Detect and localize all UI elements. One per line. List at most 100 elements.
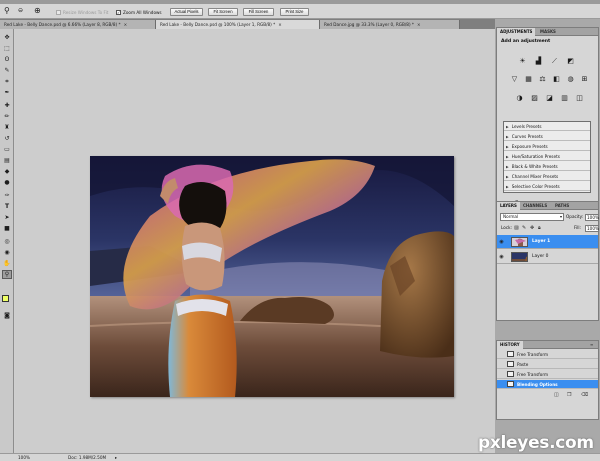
3d-camera-tool-icon[interactable]: ◉ <box>2 248 12 257</box>
document-tab[interactable]: Red Dance.jpg @ 33.3% (Layer 0, RGB/8) *… <box>320 20 460 29</box>
quick-selection-tool-icon[interactable]: ✎ <box>2 66 12 75</box>
close-icon[interactable]: × <box>124 22 128 27</box>
layer-row-layer-1[interactable]: ◉ Layer 1 <box>497 235 598 249</box>
history-item-selected[interactable]: Blending Options <box>497 380 598 389</box>
color-balance-icon[interactable]: ⚖ <box>538 75 547 84</box>
chevron-down-icon: ▾ <box>559 214 562 219</box>
levels-icon[interactable]: ▟ <box>534 57 543 66</box>
print-size-button[interactable]: Print Size <box>280 8 309 16</box>
eye-icon[interactable]: ◉ <box>498 238 505 246</box>
history-item[interactable]: Free Transform <box>497 370 598 379</box>
layers-panel: LAYERS CHANNELS PATHS Normal ▾ Opacity: … <box>496 201 599 321</box>
blend-mode-select[interactable]: Normal ▾ <box>500 213 564 221</box>
history-state-icon <box>507 361 514 367</box>
spot-healing-tool-icon[interactable]: ✚ <box>2 101 12 110</box>
fill-screen-button[interactable]: Fill Screen <box>243 8 274 16</box>
layer-thumbnail <box>511 252 528 262</box>
lock-transparency-icon[interactable]: ▨ <box>514 225 519 231</box>
document-info[interactable]: Doc: 1.98M/2.50M <box>68 454 106 461</box>
checkmark-icon: ✓ <box>116 9 121 15</box>
history-panel: HISTORY ≡ Free Transform Paste Free Tran… <box>496 340 599 420</box>
history-brush-tool-icon[interactable]: ↺ <box>2 134 12 143</box>
tab-masks[interactable]: MASKS <box>537 28 559 36</box>
vibrance-icon[interactable]: ▽ <box>510 75 519 84</box>
close-icon[interactable]: × <box>278 22 282 27</box>
posterize-icon[interactable]: ▨ <box>530 94 539 103</box>
document-canvas[interactable] <box>90 156 454 397</box>
path-selection-tool-icon[interactable]: ➤ <box>2 213 12 222</box>
document-tab-active[interactable]: Red Lake - Belly Dance.psd @ 100% (Layer… <box>156 20 320 29</box>
threshold-icon[interactable]: ◪ <box>545 94 554 103</box>
list-item[interactable]: ▶ Levels Presets <box>504 123 590 131</box>
list-item[interactable]: ▶ Black & White Presets <box>504 163 590 171</box>
gradient-map-icon[interactable]: ▥ <box>560 94 569 103</box>
zoom-icon[interactable]: ⚲ <box>4 7 10 15</box>
hue-saturation-icon[interactable]: ▦ <box>524 75 533 84</box>
hand-tool-icon[interactable]: ✋ <box>2 259 12 268</box>
document-tab-bar: Red Lake - Belly Dance.psd @ 6.66% (Laye… <box>0 19 495 29</box>
new-snapshot-icon[interactable]: ◫ <box>554 392 559 398</box>
status-menu-arrow-icon[interactable]: ▸ <box>115 454 117 461</box>
pen-tool-icon[interactable]: ✑ <box>2 191 12 200</box>
tab-paths[interactable]: PATHS <box>552 202 572 210</box>
trash-icon[interactable]: ⌫ <box>581 392 588 398</box>
brightness-icon[interactable]: ☀ <box>518 57 527 66</box>
exposure-icon[interactable]: ◩ <box>566 57 575 66</box>
zoom-tool-icon[interactable]: ⚲ <box>2 270 12 279</box>
crop-tool-icon[interactable]: ⌗ <box>2 77 12 86</box>
tab-history[interactable]: HISTORY <box>497 341 523 349</box>
history-state-icon <box>507 381 514 387</box>
actual-pixels-button[interactable]: Actual Pixels <box>170 8 203 16</box>
move-tool-icon[interactable]: ✥ <box>2 33 12 42</box>
selective-color-icon[interactable]: ◫ <box>575 94 584 103</box>
fit-screen-button[interactable]: Fit Screen <box>208 8 238 16</box>
panel-menu-icon[interactable]: ≡ <box>587 341 596 349</box>
layer-row-layer-0[interactable]: ◉ Layer 0 <box>497 250 598 264</box>
dodge-tool-icon[interactable]: ● <box>2 178 12 187</box>
eye-icon[interactable]: ◉ <box>498 253 505 261</box>
eyedropper-tool-icon[interactable]: ✒ <box>2 88 12 97</box>
tab-layers[interactable]: LAYERS <box>497 202 520 210</box>
fill-field[interactable]: 100% <box>585 225 599 232</box>
zoom-all-windows-checkbox[interactable]: ✓ Zoom All Windows <box>116 8 162 16</box>
tab-channels[interactable]: CHANNELS <box>520 202 550 210</box>
blur-tool-icon[interactable]: ◆ <box>2 167 12 176</box>
brush-tool-icon[interactable]: ✏ <box>2 112 12 121</box>
gradient-tool-icon[interactable]: ▤ <box>2 156 12 165</box>
curves-icon[interactable]: ⟋ <box>550 57 559 66</box>
lock-pixels-icon[interactable]: ✎ <box>522 225 526 231</box>
foreground-color-swatch[interactable] <box>2 295 9 302</box>
quick-mask-icon[interactable]: ◙ <box>2 311 12 320</box>
lasso-tool-icon[interactable]: ʘ <box>2 55 12 64</box>
list-item[interactable]: ▶ Exposure Presets <box>504 143 590 151</box>
invert-icon[interactable]: ◑ <box>515 94 524 103</box>
zoom-level[interactable]: 100% <box>18 454 30 461</box>
tab-adjustments[interactable]: ADJUSTMENTS <box>497 28 536 36</box>
list-item[interactable]: ▶ Hue/Saturation Presets <box>504 153 590 161</box>
resize-windows-checkbox[interactable]: Resize Windows To Fit <box>56 8 108 16</box>
clone-stamp-tool-icon[interactable]: ♜ <box>2 123 12 132</box>
belly-dancer-beach-image <box>90 156 454 397</box>
black-white-icon[interactable]: ◧ <box>552 75 561 84</box>
marquee-tool-icon[interactable]: ⬚ <box>2 44 12 53</box>
document-tab[interactable]: Red Lake - Belly Dance.psd @ 6.66% (Laye… <box>0 20 156 29</box>
list-item[interactable]: ▶ Channel Mixer Presets <box>504 173 590 181</box>
type-tool-icon[interactable]: T <box>2 202 12 211</box>
lock-position-icon[interactable]: ✥ <box>530 225 534 231</box>
opacity-field[interactable]: 100% <box>585 214 599 221</box>
eraser-tool-icon[interactable]: ▭ <box>2 145 12 154</box>
photo-filter-icon[interactable]: ◍ <box>566 75 575 84</box>
zoom-out-icon[interactable]: ⊖ <box>18 7 23 15</box>
zoom-in-icon[interactable]: ⊕ <box>34 7 41 15</box>
shape-tool-icon[interactable]: ■ <box>2 224 12 233</box>
close-icon[interactable]: × <box>417 22 421 27</box>
3d-rotate-tool-icon[interactable]: ◎ <box>2 237 12 246</box>
history-state-icon <box>507 371 514 377</box>
list-item[interactable]: ▶ Selective Color Presets <box>504 183 590 191</box>
channel-mixer-icon[interactable]: ⊞ <box>580 75 589 84</box>
lock-all-icon[interactable]: 🔒︎ <box>538 225 541 231</box>
history-item[interactable]: Paste <box>497 360 598 369</box>
new-document-icon[interactable]: ❐ <box>567 392 571 398</box>
history-item[interactable]: Free Transform <box>497 350 598 359</box>
list-item[interactable]: ▶ Curves Presets <box>504 133 590 141</box>
